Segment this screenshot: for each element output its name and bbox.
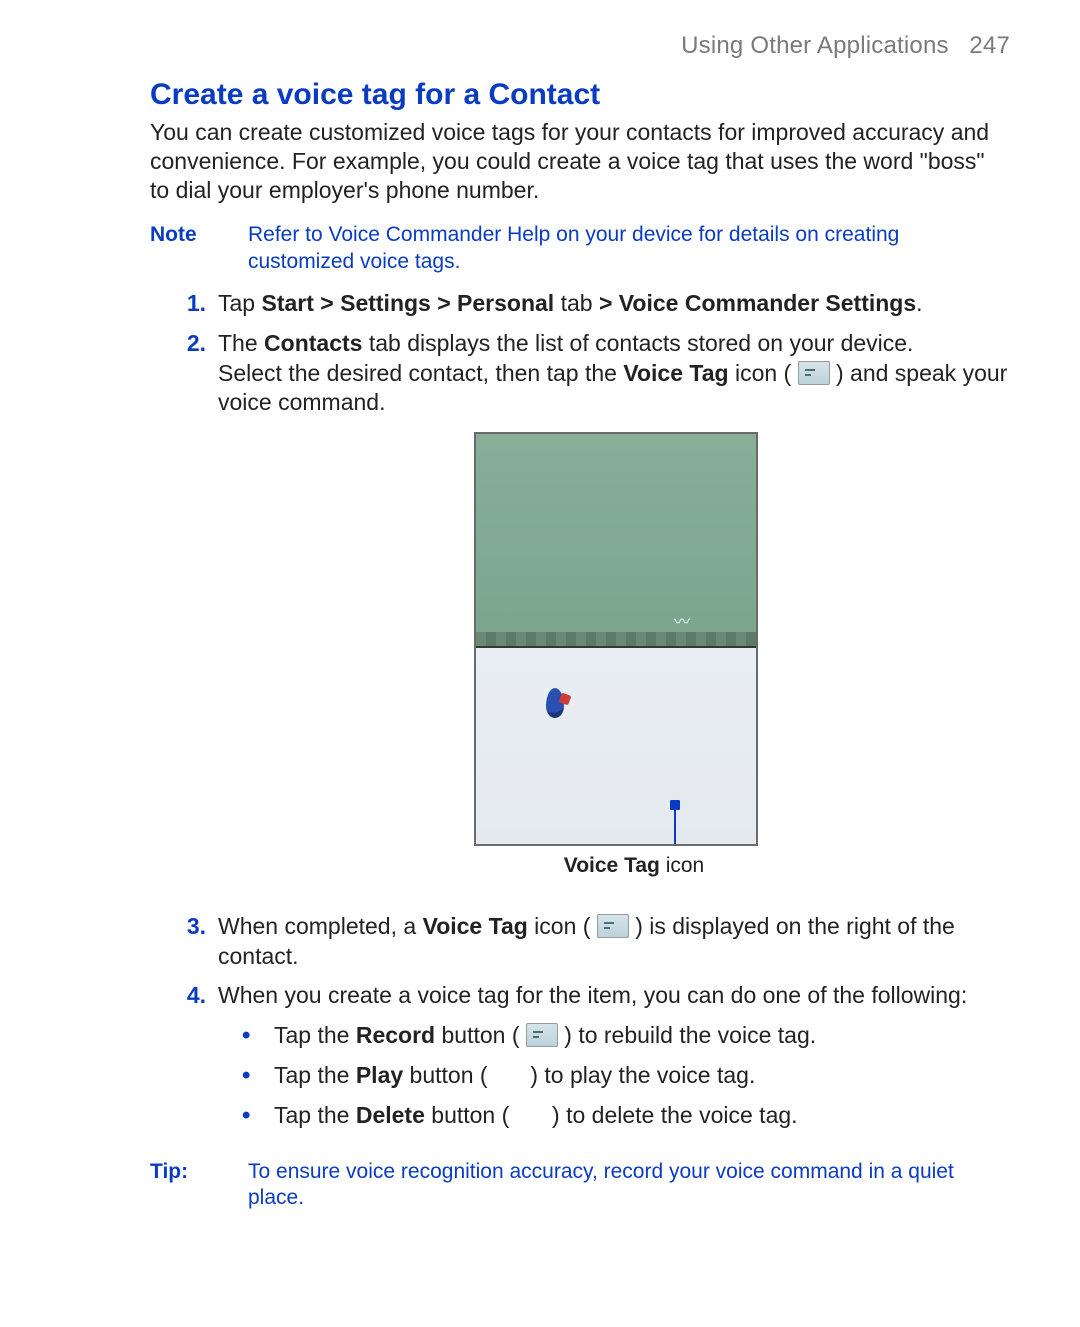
- figure-caption: Voice Tag icon: [258, 852, 1010, 879]
- step-number: 2.: [178, 329, 206, 902]
- step-3: 3. When completed, a Voice Tag icon ( ) …: [178, 912, 1010, 972]
- text: button (: [425, 1102, 516, 1128]
- screenshot-detail-icon: 〰: [674, 613, 690, 634]
- bold-text: Play: [356, 1062, 403, 1088]
- sub-item-record: • Tap the Record button ( ) to rebuild t…: [242, 1021, 1010, 1051]
- bold-text: Contacts: [264, 330, 362, 356]
- text: icon (: [528, 913, 597, 939]
- note-label: Note: [150, 222, 222, 275]
- screenshot-lower-region: [476, 648, 756, 845]
- text: Tap: [218, 290, 261, 316]
- text: .: [916, 290, 922, 316]
- step-number: 1.: [178, 289, 206, 319]
- running-head-section: Using Other Applications: [681, 32, 949, 59]
- record-icon: [526, 1023, 558, 1047]
- bold-text: Delete: [356, 1102, 425, 1128]
- voice-tag-icon: [597, 914, 629, 938]
- text: ) to delete the voice tag.: [546, 1102, 798, 1128]
- manual-page: Using Other Applications 247 Create a vo…: [0, 0, 1080, 1327]
- text: The: [218, 330, 264, 356]
- voice-tag-icon: [798, 361, 830, 385]
- text: Tap the: [274, 1102, 356, 1128]
- callout-line: [674, 808, 676, 844]
- text: Select the desired contact, then tap the: [218, 360, 623, 386]
- tip-body: To ensure voice recognition accuracy, re…: [248, 1159, 1010, 1212]
- step-2: 2. The Contacts tab displays the list of…: [178, 329, 1010, 902]
- text: When you create a voice tag for the item…: [218, 982, 967, 1008]
- tip-block: Tip: To ensure voice recognition accurac…: [150, 1159, 1010, 1212]
- tip-label: Tip:: [150, 1159, 222, 1212]
- sub-item-body: Tap the Delete button ( ) to delete the …: [274, 1101, 798, 1131]
- sub-item-play: • Tap the Play button ( ) to play the vo…: [242, 1061, 1010, 1091]
- steps-list: 1. Tap Start > Settings > Personal tab >…: [70, 289, 1010, 1141]
- text: ) to rebuild the voice tag.: [558, 1022, 816, 1048]
- text: Tap the: [274, 1022, 356, 1048]
- bold-text: Voice Tag: [423, 913, 528, 939]
- text: button (: [403, 1062, 494, 1088]
- step-body: The Contacts tab displays the list of co…: [218, 329, 1010, 902]
- sub-item-body: Tap the Record button ( ) to rebuild the…: [274, 1021, 816, 1051]
- text: When completed, a: [218, 913, 423, 939]
- screenshot-figure: 〰: [474, 432, 754, 846]
- intro-paragraph: You can create customized voice tags for…: [150, 118, 1006, 204]
- step-body: Tap Start > Settings > Personal tab > Vo…: [218, 289, 1010, 319]
- note-block: Note Refer to Voice Commander Help on yo…: [150, 222, 1010, 275]
- step-1: 1. Tap Start > Settings > Personal tab >…: [178, 289, 1010, 319]
- section-title: Create a voice tag for a Contact: [150, 78, 1010, 112]
- text: button (: [435, 1022, 526, 1048]
- bold-text: > Voice Commander Settings: [599, 290, 916, 316]
- text: Tap the: [274, 1062, 356, 1088]
- bullet-icon: •: [242, 1064, 256, 1091]
- step-4: 4. When you create a voice tag for the i…: [178, 981, 1010, 1141]
- screenshot-upper-region: 〰: [476, 434, 756, 647]
- screenshot-divider-strip: [476, 632, 756, 648]
- step-number: 3.: [178, 912, 206, 972]
- screenshot-marker-icon: [546, 688, 564, 718]
- text: ) to play the voice tag.: [524, 1062, 755, 1088]
- step-body: When completed, a Voice Tag icon ( ) is …: [218, 912, 1010, 972]
- bold-text: Voice Tag: [623, 360, 728, 386]
- text: tab displays the list of contacts stored…: [362, 330, 913, 356]
- bullet-icon: •: [242, 1024, 256, 1051]
- step-number: 4.: [178, 981, 206, 1141]
- sub-bullet-list: • Tap the Record button ( ) to rebuild t…: [218, 1021, 1010, 1131]
- bold-text: Record: [356, 1022, 435, 1048]
- caption-bold: Voice Tag: [564, 854, 660, 877]
- delete-icon: [516, 1105, 546, 1127]
- note-body: Refer to Voice Commander Help on your de…: [248, 222, 1010, 275]
- device-screenshot: 〰: [474, 432, 758, 846]
- step-body: When you create a voice tag for the item…: [218, 981, 1010, 1141]
- play-icon: [494, 1065, 524, 1087]
- running-head: Using Other Applications 247: [70, 32, 1010, 60]
- sub-item-delete: • Tap the Delete button ( ) to delete th…: [242, 1101, 1010, 1131]
- bullet-icon: •: [242, 1104, 256, 1131]
- caption-rest: icon: [660, 854, 704, 877]
- text: icon (: [729, 360, 798, 386]
- sub-item-body: Tap the Play button ( ) to play the voic…: [274, 1061, 755, 1091]
- text: tab: [554, 290, 599, 316]
- bold-text: Start > Settings > Personal: [261, 290, 554, 316]
- running-head-page-number: 247: [969, 32, 1010, 59]
